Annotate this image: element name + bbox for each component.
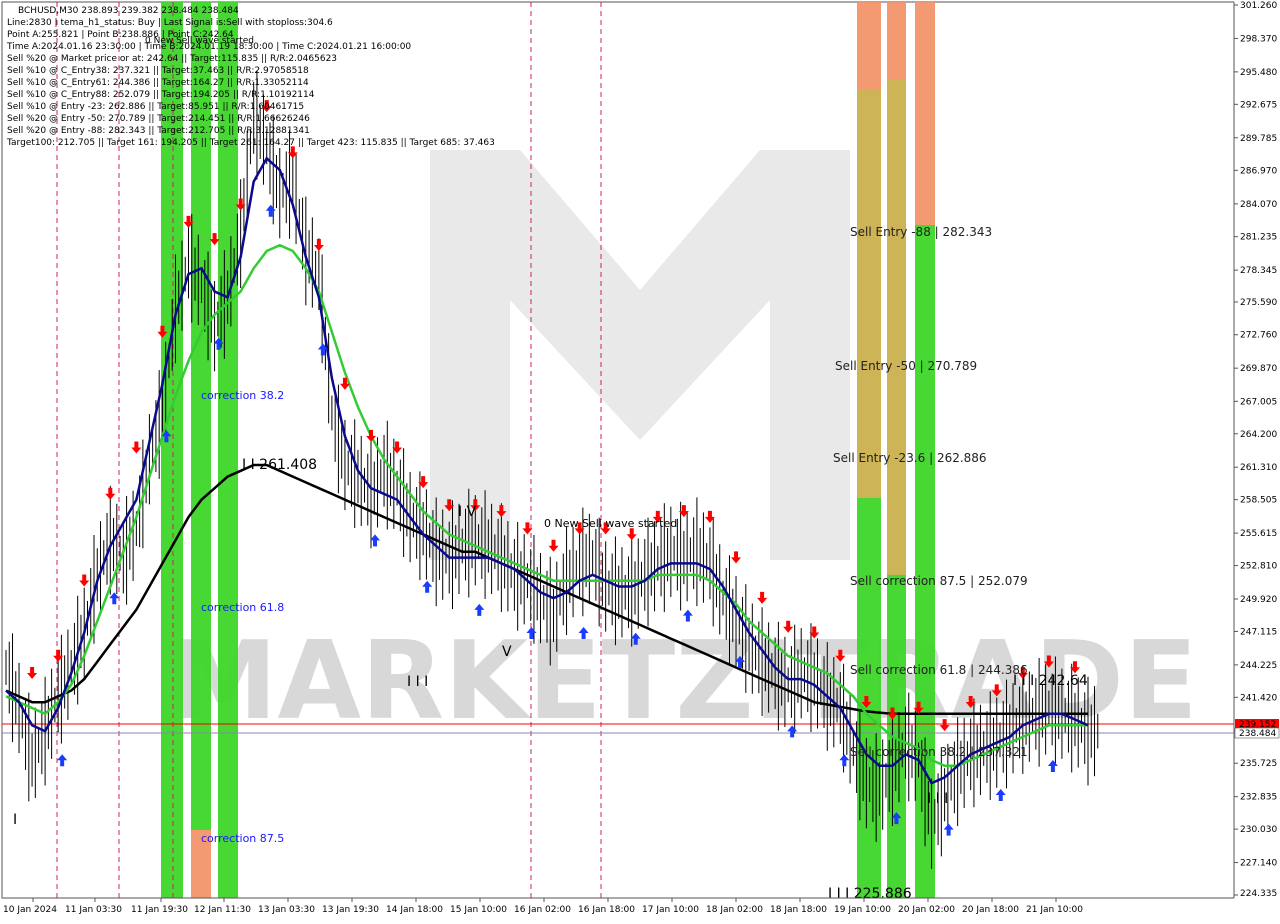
label-wave-v: V <box>502 644 512 660</box>
price-tick-label: 275.590 <box>1240 298 1277 308</box>
info-line: Sell %20 @ Market price or at: 242.64 ||… <box>7 54 337 64</box>
label-correction-382: correction 38.2 <box>201 389 284 402</box>
label-sell-entry-50: Sell Entry -50 | 270.789 <box>835 359 977 373</box>
label-sell-correction-618: Sell correction 61.8 | 244.386 <box>850 663 1028 677</box>
info-line: Sell %10 @ C_Entry61: 244.386 || Target:… <box>7 78 309 88</box>
info-line: Sell %20 @ Entry -50: 270.789 || Target:… <box>7 114 310 124</box>
price-tick-label: 230.030 <box>1240 825 1277 835</box>
label-wave-iii-a: I I I <box>407 674 428 690</box>
price-tick-label: 284.070 <box>1240 200 1277 210</box>
time-tick-label: 19 Jan 10:00 <box>834 905 891 915</box>
time-tick-label: 20 Jan 18:00 <box>962 905 1019 915</box>
time-tick-label: 13 Jan 03:30 <box>258 905 315 915</box>
price-tick-label: 264.200 <box>1240 430 1277 440</box>
label-sell-entry-23: Sell Entry -23.6 | 262.886 <box>833 451 987 465</box>
label-sell-entry-88: Sell Entry -88 | 282.343 <box>850 225 992 239</box>
price-tick-label: 281.235 <box>1240 233 1277 243</box>
label-point-c: I I I 242.64 <box>1013 673 1088 689</box>
time-tick-label: 16 Jan 02:00 <box>514 905 571 915</box>
label-sell-correction-875: Sell correction 87.5 | 252.079 <box>850 574 1028 588</box>
price-tick-label: 241.420 <box>1240 693 1277 703</box>
label-point-b: I I I 225.886 <box>828 886 912 902</box>
price-tick-label: 267.005 <box>1240 397 1277 407</box>
label-sell-correction-382: Sell correction 38.2 | 237.321 <box>850 745 1028 759</box>
price-tick-label: 272.760 <box>1240 331 1277 341</box>
price-tick-label: 252.810 <box>1240 562 1277 572</box>
info-title: BCHUSD,M30 238.893 239.382 238.484 238.4… <box>18 6 239 16</box>
info-line: Line:2830 | tema_h1_status: Buy | Last S… <box>7 18 333 28</box>
price-chart: MARKETZITRADE Sell Entry -88 | 282.343 S… <box>1 0 1280 915</box>
price-tick-label: 295.480 <box>1240 68 1277 78</box>
time-tick-label: 10 Jan 2024 <box>3 905 57 915</box>
time-tick-label: 21 Jan 10:00 <box>1026 905 1083 915</box>
info-line: Sell %20 @ Entry -88: 282.343 || Target:… <box>7 126 310 136</box>
time-tick-label: 17 Jan 10:00 <box>642 905 699 915</box>
info-line: Target100: 212.705 || Target 161: 194.20… <box>6 138 495 148</box>
label-wave-iii-b: I I I <box>927 791 948 807</box>
time-tick-label: 18 Jan 02:00 <box>706 905 763 915</box>
price-tick-label: 224.335 <box>1240 889 1277 899</box>
time-tick-label: 18 Jan 18:00 <box>770 905 827 915</box>
label-point-a: I I 261.408 <box>242 457 317 473</box>
price-tick-label: 249.920 <box>1240 595 1277 605</box>
time-tick-label: 14 Jan 18:00 <box>386 905 443 915</box>
price-tick-label: 269.870 <box>1240 364 1277 374</box>
olive-band <box>887 80 906 575</box>
label-wave-i: I <box>13 812 17 828</box>
label-wave-iv: I V <box>458 504 477 520</box>
plot-frame <box>1 1 1235 899</box>
price-tick-label: 247.115 <box>1240 627 1277 637</box>
price-tick-label: 278.345 <box>1240 266 1277 276</box>
price-tick-label: 298.370 <box>1240 34 1277 44</box>
info-line: Sell %10 @ C_Entry38: 237.321 || Target:… <box>7 66 309 76</box>
olive-band <box>857 90 881 498</box>
chart-area: MARKETZITRADE Sell Entry -88 | 282.343 S… <box>0 0 1280 920</box>
price-tick-label: 227.140 <box>1240 859 1277 869</box>
price-tick-label: 261.310 <box>1240 463 1277 473</box>
price-tick-label: 258.505 <box>1240 496 1277 506</box>
price-tick-label: 255.615 <box>1240 529 1277 539</box>
time-tick-label: 11 Jan 19:30 <box>131 905 188 915</box>
time-tick-label: 20 Jan 02:00 <box>898 905 955 915</box>
label-new-sell-wave-mid: 0 New Sell wave started <box>544 517 677 530</box>
current-price-tag: 238.484 <box>1234 727 1280 739</box>
salmon-band <box>887 2 906 80</box>
time-ticks: 10 Jan 2024 11 Jan 03:30 11 Jan 19:30 12 Ja… <box>3 898 1083 915</box>
price-tick-label: 244.225 <box>1240 661 1277 671</box>
price-tick-label: 292.675 <box>1240 100 1277 110</box>
time-tick-label: 12 Jan 11:30 <box>194 905 251 915</box>
time-tick-label: 15 Jan 10:00 <box>450 905 507 915</box>
price-tick-label: 301.260 <box>1240 1 1277 11</box>
salmon-band <box>915 2 935 225</box>
green-band <box>218 2 238 898</box>
green-band <box>887 575 906 898</box>
price-tick-label: 286.970 <box>1240 166 1277 176</box>
info-line: Sell %10 @ C_Entry88: 252.079 || Target:… <box>7 90 315 100</box>
time-tick-label: 16 Jan 18:00 <box>578 905 635 915</box>
price-tick-label: 232.835 <box>1240 793 1277 803</box>
current-price-tag-text: 238.484 <box>1239 729 1276 739</box>
price-tick-label: 289.785 <box>1240 134 1277 144</box>
green-band <box>857 498 881 898</box>
label-correction-618: correction 61.8 <box>201 601 284 614</box>
price-tick-label: 235.725 <box>1240 759 1277 769</box>
time-tick-label: 11 Jan 03:30 <box>65 905 122 915</box>
label-correction-875: correction 87.5 <box>201 832 284 845</box>
time-tick-label: 13 Jan 19:30 <box>322 905 379 915</box>
label-new-sell-wave-top: 0 New Sell wave started <box>145 36 254 46</box>
green-band <box>161 2 183 898</box>
info-line: Sell %10 @ Entry -23: 262.886 || Target:… <box>7 102 304 112</box>
salmon-band <box>857 2 881 90</box>
